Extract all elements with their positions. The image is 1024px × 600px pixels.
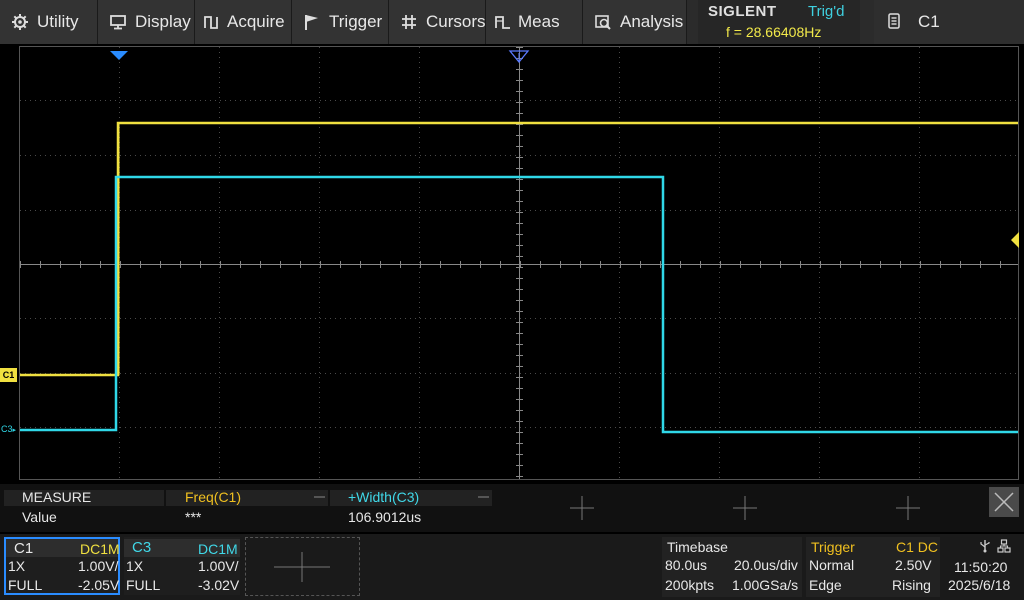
add-channel-slot[interactable]: [245, 537, 360, 596]
trigger-frequency: f = 28.66408Hz: [726, 24, 822, 40]
acquire-icon: [203, 13, 221, 31]
menu-analysis-label: Analysis: [620, 12, 684, 31]
trigger-mode: Normal: [809, 557, 855, 573]
menu-display-label: Display: [135, 12, 191, 31]
add-measure-slot-2[interactable]: [733, 496, 757, 520]
timebase-title: Timebase: [667, 539, 728, 555]
plus-icon: [896, 496, 920, 520]
axis-ticks: [20, 47, 1001, 477]
channel-list-icon: [888, 13, 900, 29]
cursor-grid-icon: [400, 13, 418, 31]
measure-width-value: 106.9012us: [348, 509, 422, 525]
plus-icon: [570, 496, 594, 520]
channel-c1-box[interactable]: C1 DC1M 1X 1.00V/ FULL -2.05V: [4, 537, 120, 595]
monitor-icon: [109, 13, 127, 31]
close-icon: [994, 492, 1014, 512]
measure-freq-value: ***: [185, 509, 202, 525]
c1-offset: -2.05V: [78, 577, 120, 593]
menu-utility-label: Utility: [37, 12, 79, 31]
c3-bandwidth: FULL: [126, 577, 161, 593]
c1-bandwidth: FULL: [8, 577, 43, 593]
menu-trigger-label: Trigger: [329, 12, 383, 31]
c3-scale: 1.00V/: [198, 558, 239, 574]
trigger-position-marker[interactable]: [110, 51, 128, 60]
memory-depth: 200kpts: [665, 577, 715, 593]
c3-probe: 1X: [126, 558, 144, 574]
usb-icon: [979, 539, 991, 556]
trigger-slope: Rising: [892, 577, 931, 593]
analysis-icon: [594, 13, 612, 31]
network-icon: [997, 539, 1011, 556]
trigger-level-marker[interactable]: [1011, 232, 1019, 248]
channel-c3-box[interactable]: C3 DC1M 1X 1.00V/ FULL -3.02V: [124, 537, 240, 595]
trigger-type: Edge: [809, 577, 842, 593]
add-measure-slot-1[interactable]: [570, 496, 594, 520]
clock-time: 11:50:20: [954, 559, 1008, 575]
timebase-scale: 20.0us/div: [734, 557, 798, 573]
trigger-status: Trig'd: [808, 3, 845, 20]
c3-ground-marker[interactable]: C3▸: [1, 422, 16, 436]
measure-icon: [494, 13, 512, 31]
timebase-box[interactable]: Timebase 80.0us 20.0us/div 200kpts 1.00G…: [662, 537, 802, 597]
menu-trigger[interactable]: Trigger: [292, 0, 389, 44]
c3-offset: -3.02V: [198, 577, 240, 593]
plus-icon: [274, 552, 330, 582]
menu-cursors[interactable]: Cursors: [389, 0, 486, 44]
menu-utility[interactable]: Utility: [0, 0, 98, 44]
measure-freq-name: Freq(C1): [185, 489, 242, 505]
measure-width-dash: [478, 496, 489, 498]
c1-scale: 1.00V/: [78, 558, 119, 574]
trigger-title: Trigger: [811, 539, 855, 555]
system-status: 11:50:20 2025/6/18: [943, 537, 1024, 597]
add-measure-slot-3[interactable]: [896, 496, 920, 520]
close-measure-button[interactable]: [989, 487, 1019, 517]
menu-acquire[interactable]: Acquire: [195, 0, 292, 44]
trigger-level: 2.50V: [895, 557, 932, 573]
measure-freq-dash: [314, 496, 325, 498]
c3-name: C3: [132, 539, 152, 556]
brand-logo: SIGLENT: [708, 3, 777, 20]
measure-panel: MEASURE Value Freq(C1) *** +Width(C3) 10…: [0, 484, 1024, 532]
c1-probe: 1X: [8, 558, 26, 574]
trigger-box[interactable]: Trigger C1 DC Normal 2.50V Edge Rising: [806, 537, 940, 597]
timebase-delay: 80.0us: [665, 557, 708, 573]
clock-date: 2025/6/18: [948, 577, 1011, 593]
measure-width-name: +Width(C3): [348, 489, 420, 505]
trigger-source: C1 DC: [896, 539, 939, 555]
menu-acquire-label: Acquire: [227, 12, 285, 31]
menu-meas-label: Meas: [518, 12, 560, 31]
status-box: SIGLENT Trig'd f = 28.66408Hz: [698, 0, 860, 44]
c1-coupling: DC1M: [80, 541, 120, 557]
menu-display[interactable]: Display: [98, 0, 195, 44]
flag-icon: [303, 13, 321, 31]
waveform-svg: [19, 46, 1019, 480]
menu-analysis[interactable]: Analysis: [583, 0, 687, 44]
menu-cursors-label: Cursors: [426, 12, 486, 31]
measure-value-label: Value: [22, 509, 57, 525]
plus-icon: [733, 496, 757, 520]
c1-name: C1: [14, 540, 34, 557]
menu-meas[interactable]: Meas: [486, 0, 583, 44]
menu-bar: Utility Display Acquire Trigger Cursors …: [0, 0, 1024, 44]
active-channel-label: C1: [918, 12, 940, 31]
measure-header: MEASURE: [22, 489, 92, 505]
gear-icon: [11, 13, 29, 31]
c1-ground-marker[interactable]: C1: [0, 368, 17, 382]
sample-rate: 1.00GSa/s: [732, 577, 799, 593]
c3-coupling: DC1M: [198, 541, 238, 557]
center-axes: [20, 47, 1018, 479]
active-channel-selector[interactable]: C1: [874, 0, 1024, 44]
waveform-display[interactable]: C1 C3▸: [0, 44, 1024, 484]
